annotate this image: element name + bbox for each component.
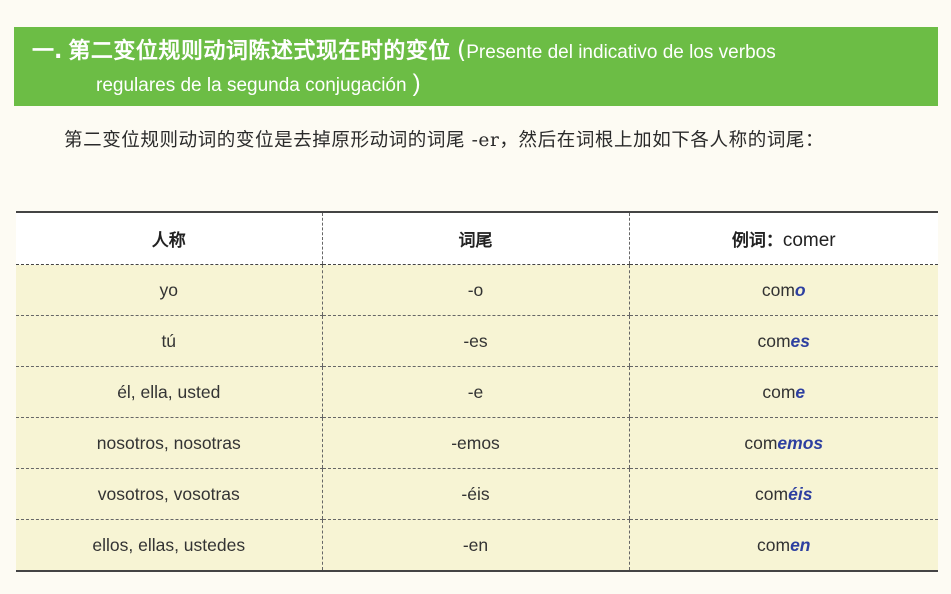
person-cell: nosotros, nosotras xyxy=(16,417,322,469)
example-cell: come xyxy=(628,366,938,418)
table-row: nosotros, nosotras -emos comemos xyxy=(16,417,938,469)
section-title-line-2: regulares de la segunda conjugación) xyxy=(32,69,926,101)
verb-ending-highlight: éis xyxy=(788,483,813,504)
person-cell: yo xyxy=(16,264,322,316)
verb-ending-highlight: en xyxy=(790,534,811,555)
section-title-line-1: 一. 第二变位规则动词陈述式现在时的变位 (Presente del indicat… xyxy=(32,34,926,69)
column-header-ending: 词尾 xyxy=(321,211,629,265)
close-paren: ) xyxy=(412,70,421,97)
verb-stem: com xyxy=(762,381,796,402)
section-title-chinese: 第二变位规则动词陈述式现在时的变位 xyxy=(68,39,451,64)
table-row: yo -o como xyxy=(16,264,938,316)
example-cell: comen xyxy=(628,519,938,572)
example-cell: comes xyxy=(628,315,938,367)
example-verb: comer xyxy=(782,229,836,251)
section-title-spanish-part-2: regulares de la segunda conjugación xyxy=(96,75,407,96)
verb-ending-highlight: o xyxy=(794,279,806,300)
person-cell: tú xyxy=(16,315,322,367)
open-paren: ( xyxy=(456,36,467,64)
person-cell: ellos, ellas, ustedes xyxy=(16,519,322,572)
table-row: vosotros, vosotras -éis coméis xyxy=(16,468,938,520)
example-cell: comemos xyxy=(628,417,938,469)
example-cell: como xyxy=(628,264,938,316)
verb-stem: com xyxy=(757,534,791,555)
table-row: él, ella, usted -e come xyxy=(16,366,938,418)
verb-stem: com xyxy=(744,432,778,453)
section-number: 一. xyxy=(32,39,63,64)
table-header-row: 人称 词尾 例词：comer xyxy=(16,211,938,265)
verb-ending-highlight: e xyxy=(795,381,806,402)
column-header-person: 人称 xyxy=(16,211,322,265)
example-label: 例词： xyxy=(731,230,783,250)
column-header-example: 例词：comer xyxy=(628,211,938,265)
verb-stem: com xyxy=(761,279,795,300)
verb-stem: com xyxy=(757,330,791,351)
ending-cell: -éis xyxy=(321,468,629,520)
example-cell: coméis xyxy=(628,468,938,520)
person-cell: vosotros, vosotras xyxy=(16,468,322,520)
verb-ending-highlight: es xyxy=(790,330,811,351)
intro-paragraph: 第二变位规则动词的变位是去掉原形动词的词尾 -er，然后在词根上加如下各人称的词… xyxy=(64,130,825,151)
verb-ending-highlight: emos xyxy=(777,432,824,453)
section-title-spanish-part-1: Presente del indicativo de los verbos xyxy=(466,42,776,63)
ending-cell: -en xyxy=(321,519,629,572)
section-header: 一. 第二变位规则动词陈述式现在时的变位 (Presente del indicat… xyxy=(14,27,938,106)
person-cell: él, ella, usted xyxy=(16,366,322,418)
ending-cell: -e xyxy=(321,366,629,418)
verb-stem: com xyxy=(755,483,789,504)
conjugation-table: 人称 词尾 例词：comer yo -o como tú -es comes él, ell… xyxy=(16,211,938,572)
ending-cell: -emos xyxy=(321,417,629,469)
ending-cell: -es xyxy=(321,315,629,367)
ending-cell: -o xyxy=(321,264,629,316)
conjugation-table-container: 人称 词尾 例词：comer yo -o como tú -es comes él, ell… xyxy=(16,211,938,572)
table-row: ellos, ellas, ustedes -en comen xyxy=(16,519,938,572)
table-row: tú -es comes xyxy=(16,315,938,367)
